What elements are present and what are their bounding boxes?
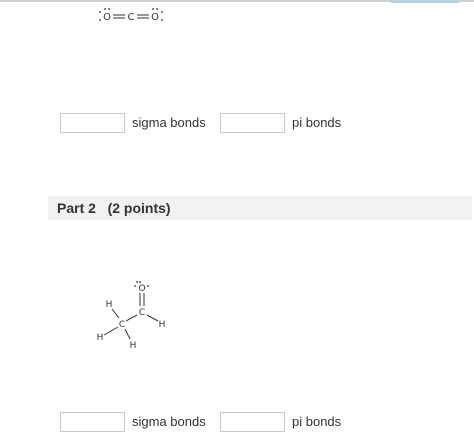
sigma-bonds-label: sigma bonds bbox=[132, 115, 206, 130]
sigma-bonds-input[interactable] bbox=[60, 412, 125, 432]
atom-h-top: H bbox=[106, 300, 113, 310]
atom-o-right: O bbox=[151, 12, 159, 23]
atom-h-aldehyde: H bbox=[159, 320, 166, 330]
atom-c-carbonyl: C bbox=[139, 308, 145, 318]
part2-header: Part 2 (2 points) bbox=[48, 196, 472, 220]
acetaldehyde-structure: O C H C H H H bbox=[97, 281, 166, 351]
pi-bonds-label: pi bonds bbox=[292, 414, 342, 429]
co2-structure: O C O bbox=[99, 8, 163, 23]
pi-bonds-label: pi bonds bbox=[292, 115, 342, 130]
part2-title: Part 2 (2 points) bbox=[57, 200, 171, 216]
sigma-bonds-label: sigma bonds bbox=[132, 414, 206, 429]
pi-bonds-input[interactable] bbox=[220, 113, 285, 133]
atom-c-methyl: C bbox=[119, 320, 125, 330]
atom-o-left: O bbox=[103, 12, 111, 23]
atom-c: C bbox=[128, 12, 135, 23]
atom-h-bottom: H bbox=[130, 341, 137, 351]
top-accent-bar bbox=[391, 0, 459, 3]
atom-o: O bbox=[138, 284, 145, 294]
sigma-bonds-input[interactable] bbox=[60, 113, 125, 133]
atom-h-left: H bbox=[97, 333, 104, 343]
pi-bonds-input[interactable] bbox=[220, 412, 285, 432]
